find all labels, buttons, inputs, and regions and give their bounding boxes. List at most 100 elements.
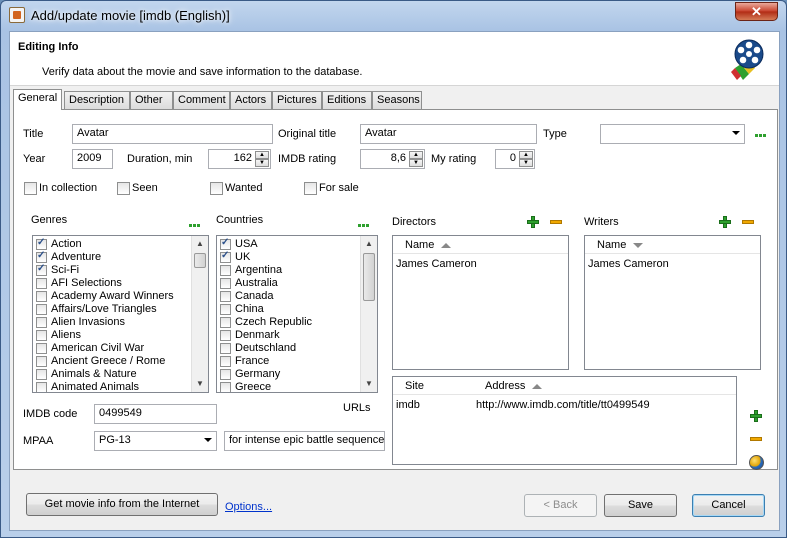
spin-down-icon[interactable]: ▼ [409,159,423,167]
spin-up-icon[interactable]: ▲ [255,151,269,159]
genres-more-icon[interactable] [189,224,201,228]
title-input[interactable]: Avatar [72,124,273,144]
writer-row[interactable]: James Cameron [588,258,669,270]
genre-item-checkbox[interactable] [36,369,47,380]
remove-url-icon[interactable] [750,437,762,441]
genre-item-checkbox[interactable] [36,317,47,328]
my-rating-spin[interactable]: ▲ ▼ [519,151,533,167]
wanted-checkbox[interactable] [210,182,223,195]
genre-item-checkbox[interactable] [36,263,47,276]
in-collection-checkbox[interactable] [24,182,37,195]
writers-grid[interactable]: Name James Cameron [584,235,761,370]
year-label: Year [23,153,46,165]
countries-list[interactable]: USAUKArgentinaAustraliaCanadaChinaCzech … [216,235,378,393]
country-item-checkbox[interactable] [220,343,231,354]
back-button[interactable]: < Back [524,494,597,517]
country-item-label: Greece [235,381,272,393]
url-site-cell[interactable]: imdb [396,399,420,411]
original-title-input[interactable]: Avatar [360,124,537,144]
address-column[interactable]: Address [485,380,543,392]
imdb-rating-stepper[interactable]: 8,6 ▲ ▼ [360,149,425,169]
tab-comment[interactable]: Comment [173,91,230,109]
add-director-icon[interactable] [527,216,539,228]
remove-director-icon[interactable] [550,220,562,224]
country-item-checkbox[interactable] [220,382,231,392]
countries-more-icon[interactable] [358,224,370,228]
imdb-rating-spin[interactable]: ▲ ▼ [409,151,423,167]
genre-item-checkbox[interactable] [36,304,47,315]
genre-item-checkbox[interactable] [36,237,47,250]
spin-up-icon[interactable]: ▲ [519,151,533,159]
spin-down-icon[interactable]: ▼ [519,159,533,167]
url-address-cell[interactable]: http://www.imdb.com/title/tt0499549 [476,399,650,411]
genre-item-checkbox[interactable] [36,291,47,302]
country-item-checkbox[interactable] [220,278,231,289]
remove-writer-icon[interactable] [742,220,754,224]
tab-general[interactable]: General [13,89,62,110]
scroll-up-icon[interactable]: ▲ [361,236,377,252]
genre-item-checkbox[interactable] [36,330,47,341]
cancel-button[interactable]: Cancel [692,494,765,517]
site-column[interactable]: Site [405,380,424,392]
country-item-checkbox[interactable] [220,330,231,341]
country-item-checkbox[interactable] [220,304,231,315]
writers-name-column[interactable]: Name [597,239,644,251]
globe-icon[interactable] [749,455,764,470]
type-select[interactable] [600,124,745,144]
country-item-checkbox[interactable] [220,291,231,302]
director-row[interactable]: James Cameron [396,258,477,270]
directors-name-column[interactable]: Name [405,239,452,251]
my-rating-stepper[interactable]: 0 ▲ ▼ [495,149,535,169]
genre-item-checkbox[interactable] [36,250,47,263]
tab-pictures[interactable]: Pictures [272,91,322,109]
add-url-icon[interactable] [750,410,762,422]
country-item-checkbox[interactable] [220,250,231,263]
country-item-checkbox[interactable] [220,317,231,328]
title-bar[interactable]: Add/update movie [imdb (English)] ✕ [1,1,786,31]
scroll-down-icon[interactable]: ▼ [361,376,377,392]
country-item-checkbox[interactable] [220,265,231,276]
country-item-checkbox[interactable] [220,237,231,250]
genre-item-checkbox[interactable] [36,278,47,289]
scroll-thumb[interactable] [194,253,206,268]
close-button[interactable]: ✕ [735,2,778,21]
spin-up-icon[interactable]: ▲ [409,151,423,159]
get-movie-info-button[interactable]: Get movie info from the Internet [26,493,218,516]
tab-editions[interactable]: Editions [322,91,372,109]
options-link[interactable]: Options... [225,501,272,513]
sort-descending-icon [633,242,644,248]
spin-down-icon[interactable]: ▼ [255,159,269,167]
seen-checkbox[interactable] [117,182,130,195]
duration-spin[interactable]: ▲ ▼ [255,151,269,167]
my-rating-label: My rating [431,153,477,165]
directors-grid[interactable]: Name James Cameron [392,235,569,370]
mpaa-select[interactable]: PG-13 [94,431,217,451]
imdb-code-input[interactable]: 0499549 [94,404,217,424]
mpaa-reason-input[interactable]: for intense epic battle sequences [224,431,385,451]
scroll-up-icon[interactable]: ▲ [192,236,208,252]
tab-other[interactable]: Other [130,91,173,109]
tab-actors[interactable]: Actors [230,91,272,109]
genre-item-checkbox[interactable] [36,343,47,354]
genres-scrollbar[interactable]: ▲ ▼ [191,236,208,392]
duration-stepper[interactable]: 162 ▲ ▼ [208,149,271,169]
countries-scrollbar[interactable]: ▲ ▼ [360,236,377,392]
type-more-icon[interactable] [755,134,767,138]
genres-list[interactable]: ActionAdventureSci-FiAFI SelectionsAcade… [32,235,209,393]
scroll-down-icon[interactable]: ▼ [192,376,208,392]
tab-description[interactable]: Description [64,91,130,109]
film-reel-icon [731,39,764,80]
country-item-checkbox[interactable] [220,369,231,380]
scroll-thumb[interactable] [363,253,375,301]
tab-seasons[interactable]: Seasons [372,91,422,109]
country-item-checkbox[interactable] [220,356,231,367]
save-button[interactable]: Save [604,494,677,517]
urls-grid[interactable]: Site Address imdb http://www.imdb.com/ti… [392,376,737,465]
genre-item-checkbox[interactable] [36,356,47,367]
imdb-rating-value: 8,6 [390,152,406,164]
for-sale-checkbox[interactable] [304,182,317,195]
add-writer-icon[interactable] [719,216,731,228]
genre-item-checkbox[interactable] [36,382,47,392]
writers-grid-header: Name [585,236,760,254]
year-input[interactable]: 2009 [72,149,113,169]
